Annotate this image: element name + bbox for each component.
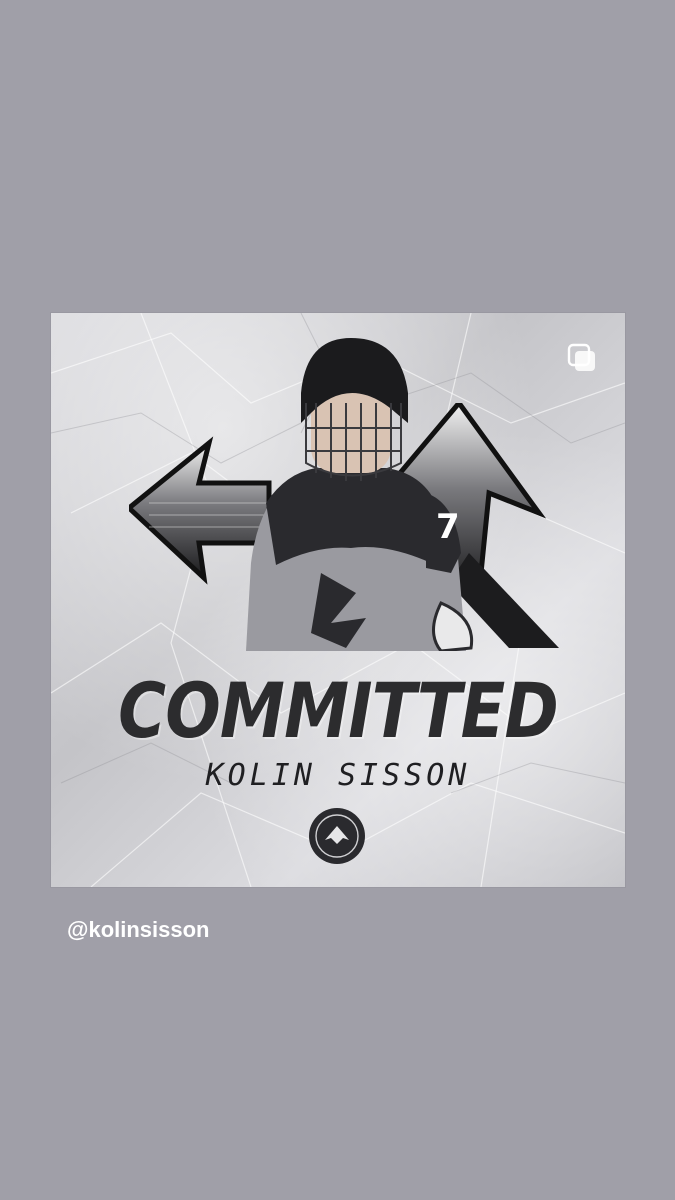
player-name: KOLIN SISSON	[205, 758, 471, 793]
player-photo: 7	[246, 338, 474, 651]
team-logo-icon	[309, 808, 365, 864]
jersey-number: 7	[436, 507, 460, 547]
mention-handle[interactable]: @kolinsisson	[67, 917, 209, 943]
multiple-images-icon	[567, 343, 595, 371]
headline-committed: COMMITTED	[118, 666, 559, 755]
shared-post-image[interactable]: 7 COMMITTED KOLIN SISSON	[51, 313, 625, 887]
